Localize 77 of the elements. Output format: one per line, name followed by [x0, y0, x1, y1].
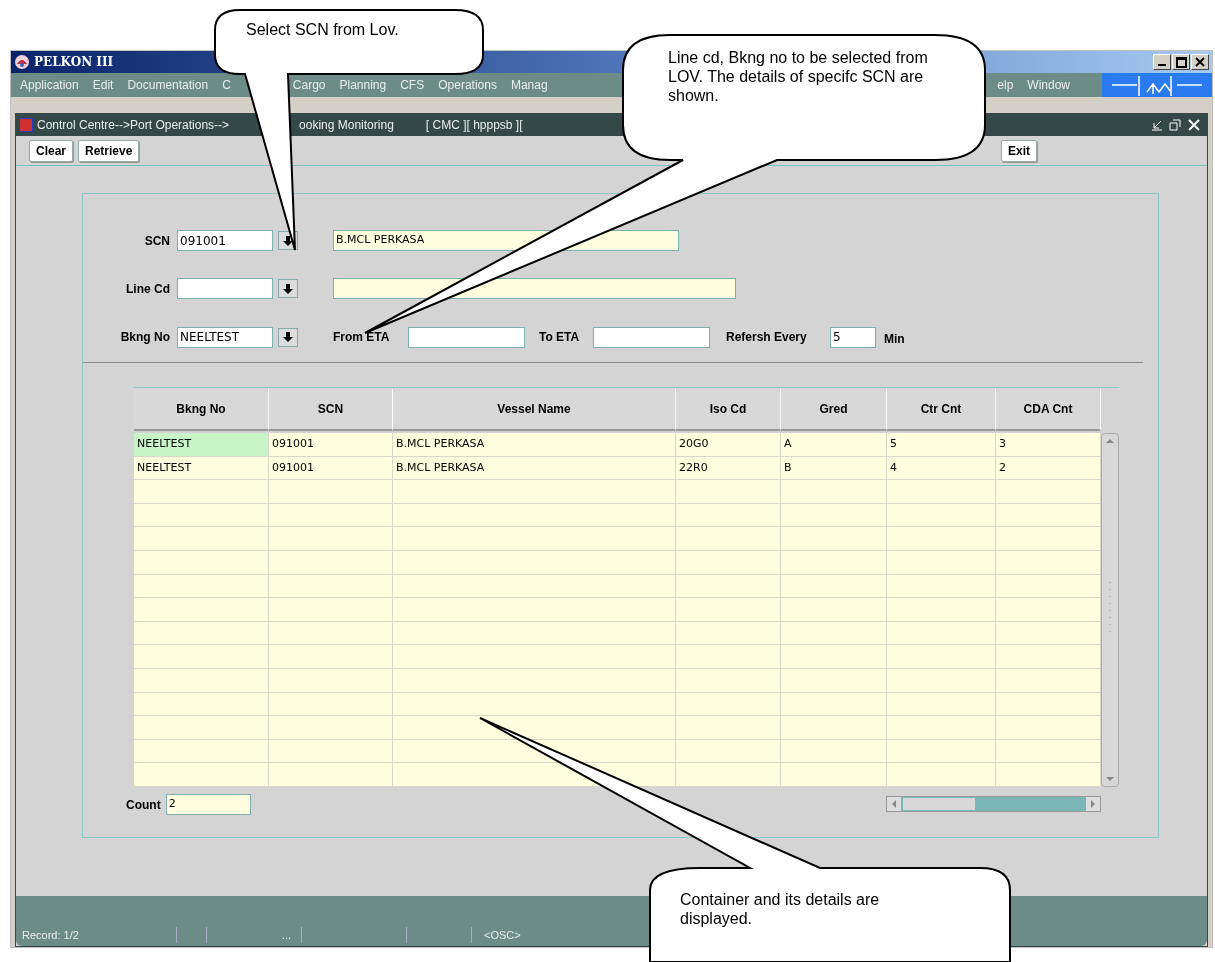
menu-item[interactable]: Edit — [92, 76, 114, 94]
arrow-down-icon — [282, 282, 294, 295]
table-cell: 4 — [887, 456, 996, 480]
column-header: SCN — [269, 389, 393, 431]
maximize-icon — [1175, 56, 1187, 68]
table-cell: 20G0 — [676, 433, 781, 456]
menu-item[interactable]: Planning — [339, 76, 387, 94]
menu-item[interactable]: Window — [1027, 76, 1070, 94]
menu-item[interactable]: Documentation — [127, 76, 209, 94]
column-header: Vessel Name — [393, 389, 676, 431]
form-title: [ CMC ][ hpppsb ][ — [425, 117, 523, 134]
text-field[interactable] — [593, 326, 710, 348]
form-title: Control Centre-->Port Operations--> — [37, 117, 230, 134]
exit-button[interactable]: Exit — [1001, 139, 1037, 162]
field-label: Min — [884, 331, 905, 348]
table-cell: B.MCL PERKASA — [393, 456, 676, 480]
menu-item[interactable]: elp — [997, 76, 1014, 94]
status-text: Record: 1/2 — [21, 927, 80, 943]
minimize-button[interactable] — [1153, 54, 1171, 70]
vertical-scrollbar[interactable] — [1101, 433, 1119, 787]
table-cell: NEELTEST — [134, 433, 269, 456]
callout-text: Select SCN from Lov. — [246, 20, 400, 39]
close-button[interactable] — [1191, 54, 1209, 70]
close-icon — [1195, 57, 1205, 67]
field-label: Bkng No — [119, 329, 171, 346]
maximize-button[interactable] — [1172, 54, 1190, 70]
window-controls-icon — [1150, 118, 1202, 132]
callout-text: Line cd, Bkng no to be selected from LOV. The details of specifc SCN are shown. — [668, 48, 929, 105]
app-logo-icon — [14, 54, 30, 70]
column-header: CDA Cnt — [996, 389, 1101, 431]
menu-item[interactable]: C — [222, 76, 231, 94]
column-header: Gred — [781, 389, 887, 431]
form-icon — [19, 118, 33, 132]
column-header: Ctr Cnt — [887, 389, 996, 431]
menu-item[interactable]: CFS — [400, 76, 425, 94]
table-cell: 091001 — [269, 456, 393, 480]
arrow-down-icon — [282, 234, 294, 247]
field-label: Count — [126, 796, 161, 814]
callout-text: Container and its details are displayed. — [680, 890, 881, 928]
table-cell: 5 — [887, 433, 996, 456]
table-cell: 22R0 — [676, 456, 781, 480]
table-cell: 2 — [996, 456, 1101, 480]
column-header: Bkng No — [134, 389, 269, 431]
table-cell: NEELTEST — [134, 456, 269, 480]
minimize-icon — [1157, 62, 1167, 67]
field-label: SCN — [143, 232, 171, 250]
text-field[interactable]: 091001 — [177, 230, 273, 251]
text-field[interactable] — [408, 326, 525, 348]
text-field[interactable] — [177, 278, 273, 299]
count-field: 2 — [165, 794, 251, 815]
menu-item[interactable]: Operations — [438, 76, 497, 94]
toolbar-logo-icon — [1102, 73, 1212, 97]
menu-item[interactable]: Manag — [510, 76, 548, 94]
field-label: Refersh Every — [726, 329, 808, 346]
column-header: Iso Cd — [676, 389, 781, 431]
lov-button[interactable] — [278, 279, 298, 298]
toolbar-button[interactable]: Retrieve — [78, 139, 140, 162]
text-field[interactable]: 5 — [830, 326, 876, 348]
lov-button[interactable] — [278, 327, 298, 347]
arrow-down-icon — [282, 331, 294, 343]
field-label: To ETA — [539, 329, 581, 346]
text-field[interactable]: NEELTEST — [177, 326, 273, 348]
table-cell: B — [781, 456, 887, 480]
menu-item[interactable]: Cargo — [292, 76, 326, 94]
table-cell: 091001 — [269, 433, 393, 456]
horizontal-scrollbar[interactable] — [886, 796, 1101, 812]
form-title: ooking Monitoring — [299, 117, 394, 134]
status-text: ... — [281, 928, 291, 943]
table-cell: A — [781, 433, 887, 456]
field-label: Line Cd — [125, 280, 171, 298]
window-title: PELKON III — [34, 54, 114, 71]
table-cell: B.MCL PERKASA — [393, 433, 676, 456]
field-label: From ETA — [333, 329, 391, 346]
menu-item[interactable]: Application — [20, 76, 79, 94]
status-text: <OSC> — [484, 929, 521, 941]
table-cell: 3 — [996, 433, 1101, 456]
toolbar-button[interactable]: Clear — [29, 139, 74, 162]
